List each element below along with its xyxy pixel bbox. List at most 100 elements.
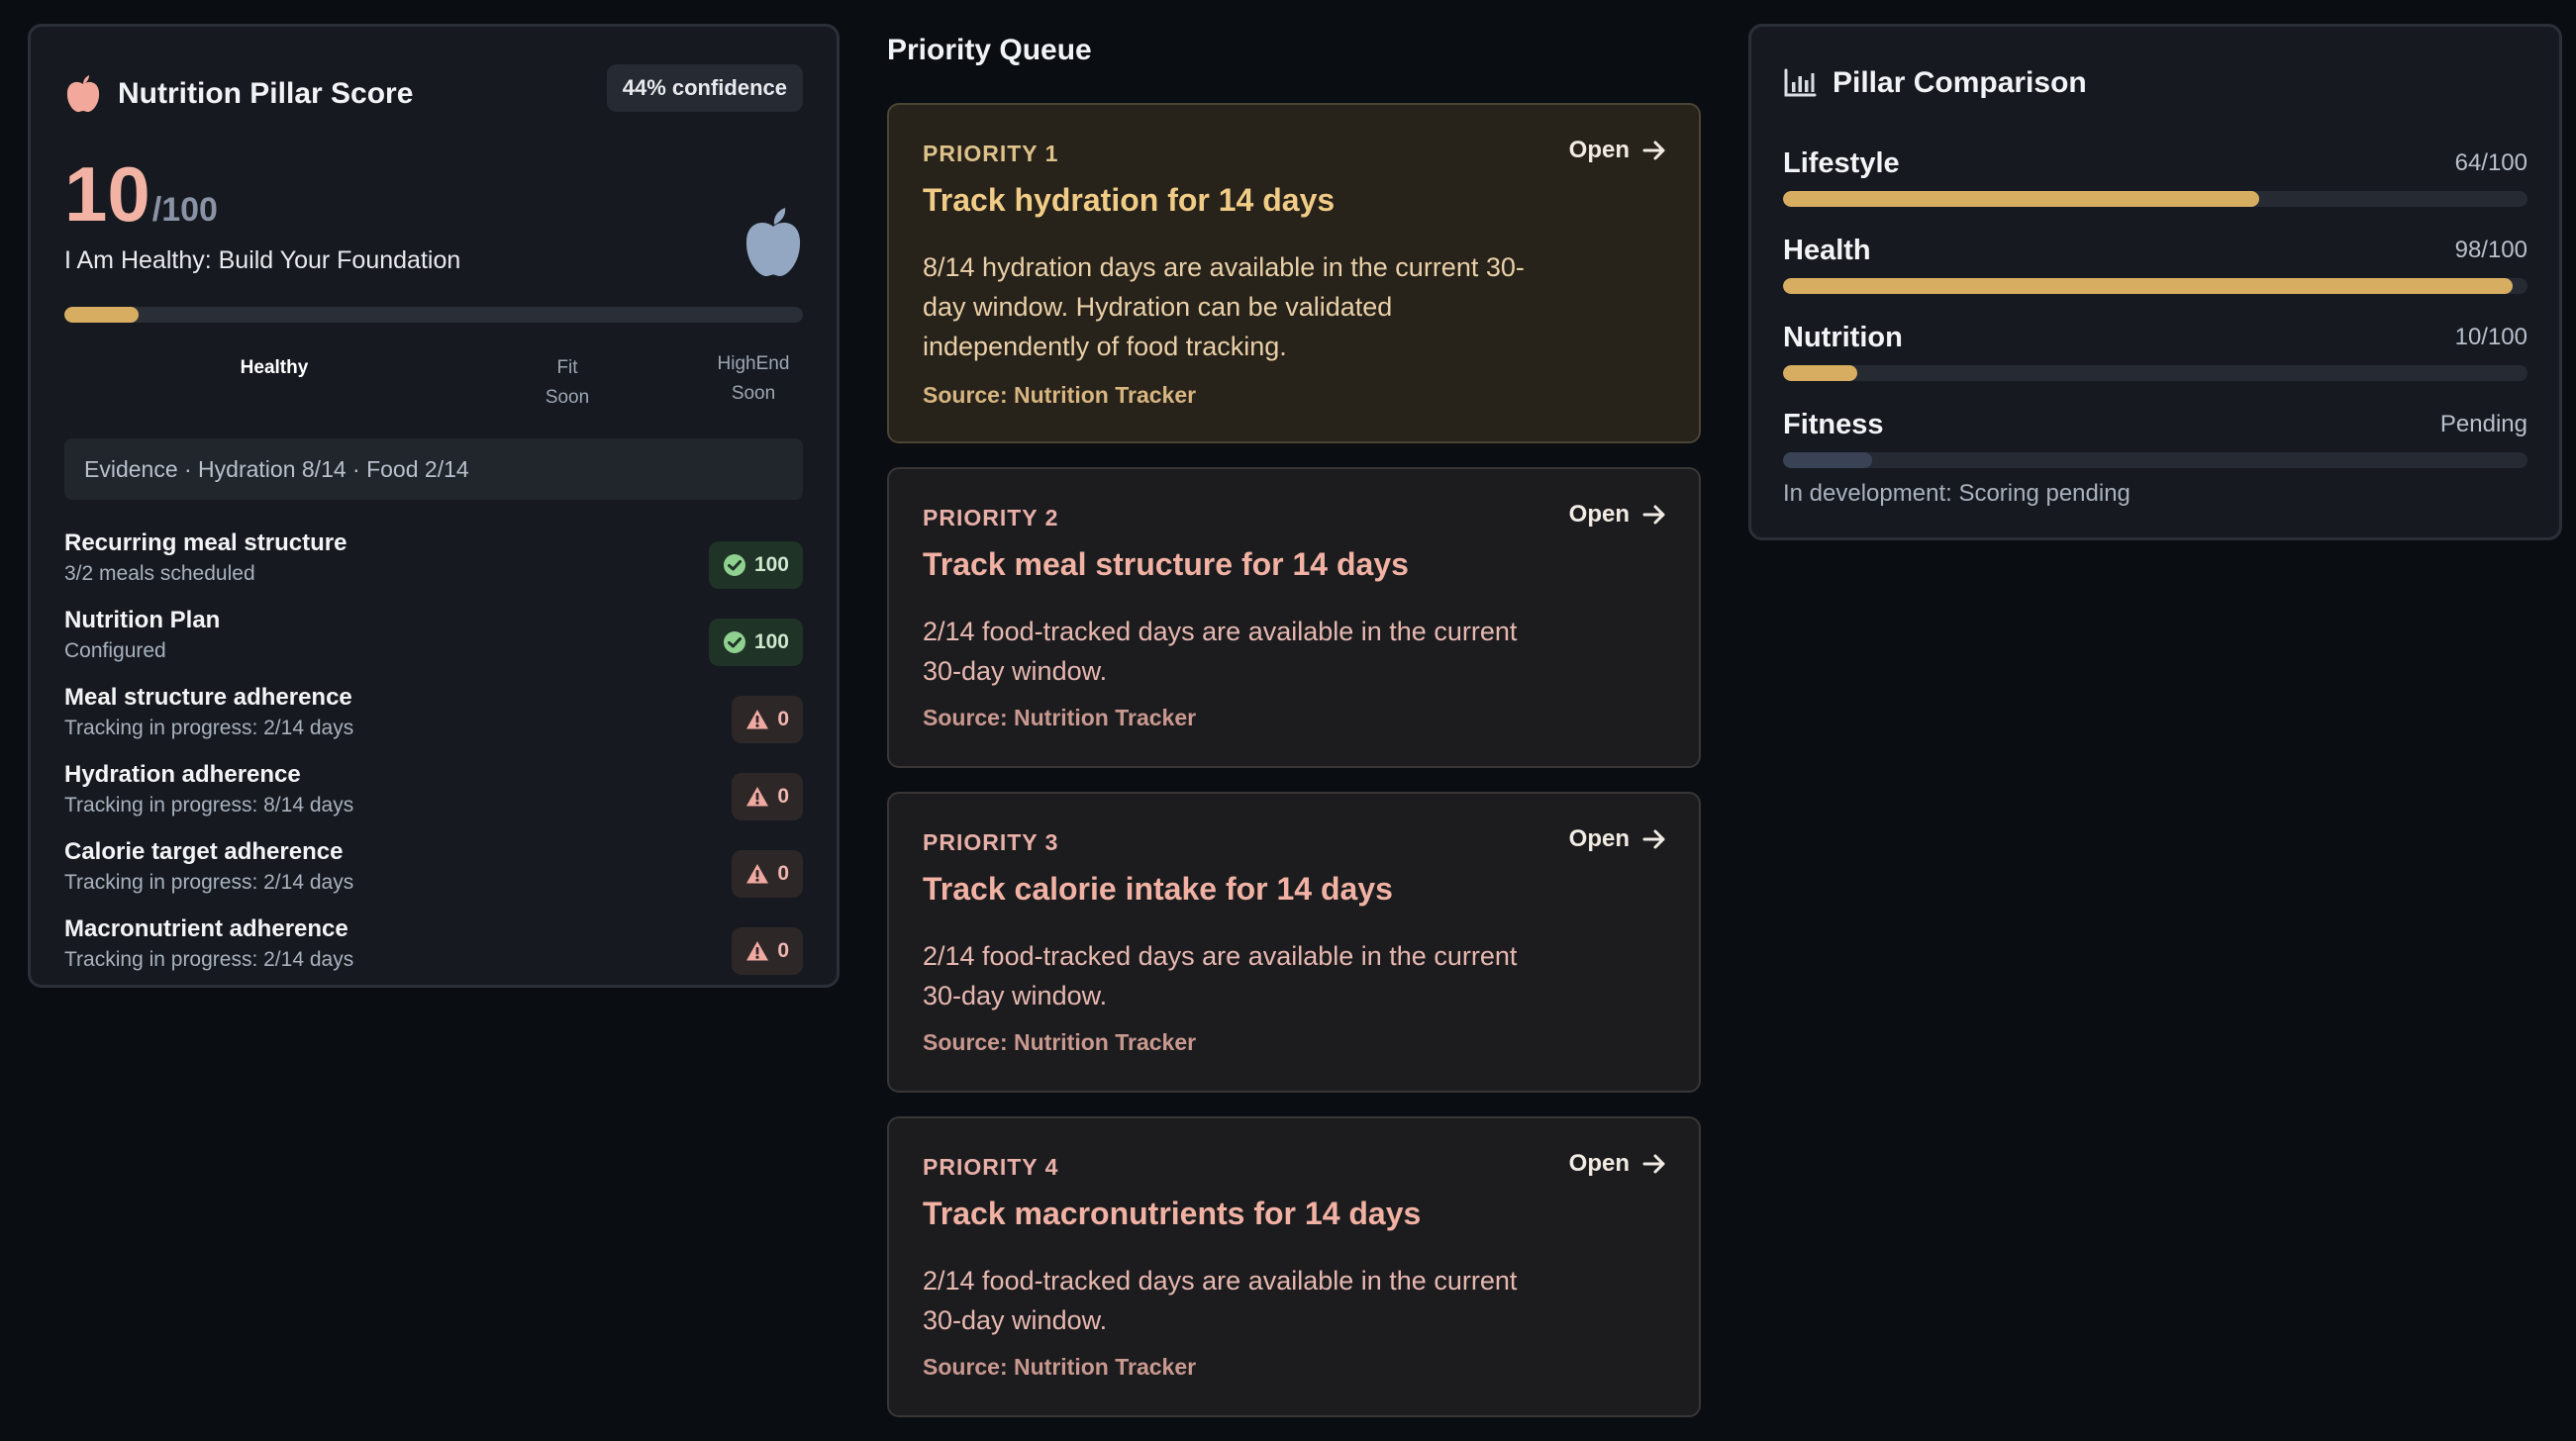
priority-source: Source: Nutrition Tracker — [923, 1354, 1197, 1380]
metric-score-badge: 100 — [708, 541, 803, 589]
priority-description: 2/14 food-tracked days are available in … — [923, 1266, 1518, 1335]
metric-score-value: 0 — [777, 708, 789, 730]
priority-source: Source: Nutrition Tracker — [923, 1029, 1197, 1055]
apple-icon — [66, 75, 100, 113]
pillar-value: Pending — [2439, 411, 2527, 437]
tier-fit: Fit Soon — [545, 357, 590, 408]
metric-title: Nutrition Plan — [64, 607, 221, 633]
pillar-bar-fill — [1783, 191, 2260, 207]
arrow-right-icon — [1642, 141, 1665, 160]
pillar-row-fitness: Fitness Pending — [1783, 409, 2527, 478]
metric-subtitle: 3/2 meals scheduled — [64, 562, 255, 585]
nutrition-score-card: Nutrition Pillar Score 44% confidence 10… — [28, 24, 840, 988]
priority-card[interactable]: PRIORITY 1 Open Track hydration for 14 d… — [887, 103, 1701, 443]
open-button[interactable]: Open — [1569, 137, 1667, 164]
tier-highend: HighEnd Soon — [717, 353, 790, 404]
tier-labels: Healthy Fit Soon HighEnd Soon — [64, 353, 803, 413]
metric-score-value: 0 — [777, 785, 789, 808]
pillar-bar-fill — [1783, 365, 1858, 381]
priority-label: PRIORITY 4 — [923, 1154, 1059, 1180]
priority-card[interactable]: PRIORITY 3 Open Track calorie intake for… — [887, 792, 1701, 1093]
warning-triangle-icon — [746, 787, 769, 807]
priority-source: Source: Nutrition Tracker — [923, 705, 1197, 730]
open-button[interactable]: Open — [1569, 825, 1667, 853]
tier-progress-fill — [64, 307, 139, 323]
metric-score-value: 100 — [753, 553, 789, 576]
open-label: Open — [1568, 137, 1630, 163]
metric-title: Hydration adherence — [64, 761, 301, 788]
priority-title: Track macronutrients for 14 days — [923, 1196, 1422, 1231]
arrow-right-icon — [1642, 505, 1665, 525]
metric-score-badge: 0 — [732, 696, 803, 743]
metric-title: Macronutrient adherence — [64, 915, 348, 942]
metric-score-badge: 0 — [732, 773, 803, 820]
warning-triangle-icon — [746, 710, 769, 729]
pillar-row-nutrition: Nutrition 10/100 — [1783, 322, 2527, 391]
metric-score-value: 0 — [777, 939, 789, 962]
pillar-bar — [1783, 365, 2527, 381]
comparison-header: Pillar Comparison — [1783, 66, 2087, 100]
metric-row: Macronutrient adherence Tracking in prog… — [64, 913, 803, 991]
pillar-comparison-card: Pillar Comparison Lifestyle 64/100 Healt… — [1748, 24, 2562, 540]
metric-subtitle: Configured — [64, 639, 166, 662]
comparison-note: In development: Scoring pending — [1783, 480, 2130, 507]
metric-title: Recurring meal structure — [64, 529, 347, 556]
pillar-bar-fill — [1783, 278, 2513, 294]
score-max: /100 — [151, 191, 218, 229]
priority-description: 8/14 hydration days are available in the… — [923, 252, 1525, 361]
metric-score-badge: 0 — [732, 927, 803, 975]
priority-card[interactable]: PRIORITY 4 Open Track macronutrients for… — [887, 1116, 1701, 1417]
priority-title: Track meal structure for 14 days — [923, 546, 1409, 582]
open-label: Open — [1568, 825, 1630, 852]
pillar-value: 98/100 — [2454, 237, 2527, 263]
priority-title: Track hydration for 14 days — [923, 182, 1336, 218]
pillar-name: Fitness — [1783, 409, 1884, 440]
arrow-right-icon — [1642, 829, 1665, 849]
pillar-row-lifestyle: Lifestyle 64/100 — [1783, 147, 2527, 217]
pillar-value: 64/100 — [2454, 149, 2527, 176]
evidence-summary: Evidence · Hydration 8/14 · Food 2/14 — [64, 438, 803, 500]
metric-list: Recurring meal structure 3/2 meals sched… — [64, 528, 803, 991]
pillar-name: Health — [1783, 235, 1871, 266]
apple-illustration-icon — [745, 208, 801, 277]
pillar-bar — [1783, 191, 2527, 207]
open-label: Open — [1568, 501, 1630, 528]
pillar-name: Lifestyle — [1783, 147, 1900, 179]
priority-label: PRIORITY 3 — [923, 829, 1059, 855]
pillar-name: Nutrition — [1783, 322, 1903, 353]
priority-description: 2/14 food-tracked days are available in … — [923, 617, 1518, 686]
metric-row: Hydration adherence Tracking in progress… — [64, 759, 803, 836]
metric-title: Meal structure adherence — [64, 684, 352, 711]
warning-triangle-icon — [746, 864, 769, 884]
metric-subtitle: Tracking in progress: 8/14 days — [64, 794, 354, 817]
tier-progress-bar — [64, 307, 803, 323]
metric-row: Recurring meal structure 3/2 meals sched… — [64, 528, 803, 605]
metric-title: Calorie target adherence — [64, 838, 344, 865]
metric-row: Nutrition Plan Configured 100 — [64, 605, 803, 682]
comparison-title: Pillar Comparison — [1833, 66, 2087, 99]
open-button[interactable]: Open — [1569, 1150, 1667, 1178]
metric-row: Calorie target adherence Tracking in pro… — [64, 836, 803, 913]
open-label: Open — [1568, 1150, 1630, 1177]
priority-queue-title: Priority Queue — [887, 34, 1092, 66]
confidence-badge: 44% confidence — [606, 64, 803, 112]
pillar-bar-fill — [1783, 452, 1873, 468]
metric-subtitle: Tracking in progress: 2/14 days — [64, 871, 354, 894]
pillar-bar — [1783, 278, 2527, 294]
dashboard-page: Nutrition Pillar Score 44% confidence 10… — [0, 0, 2576, 1441]
metric-subtitle: Tracking in progress: 2/14 days — [64, 717, 354, 739]
score-card-title: Nutrition Pillar Score — [118, 77, 414, 110]
priority-label: PRIORITY 2 — [923, 505, 1059, 530]
score-card-header: Nutrition Pillar Score 44% confidence — [64, 64, 803, 124]
metric-row: Meal structure adherence Tracking in pro… — [64, 682, 803, 759]
open-button[interactable]: Open — [1569, 501, 1667, 528]
metric-score-badge: 100 — [708, 619, 803, 666]
priority-description: 2/14 food-tracked days are available in … — [923, 941, 1518, 1010]
check-circle-icon — [723, 631, 745, 653]
check-circle-icon — [723, 554, 745, 576]
priority-card[interactable]: PRIORITY 2 Open Track meal structure for… — [887, 467, 1701, 768]
metric-score-value: 0 — [777, 862, 789, 885]
arrow-right-icon — [1642, 1154, 1665, 1174]
tier-name: I Am Healthy: Build Your Foundation — [64, 246, 461, 274]
bar-chart-icon — [1784, 68, 1817, 97]
